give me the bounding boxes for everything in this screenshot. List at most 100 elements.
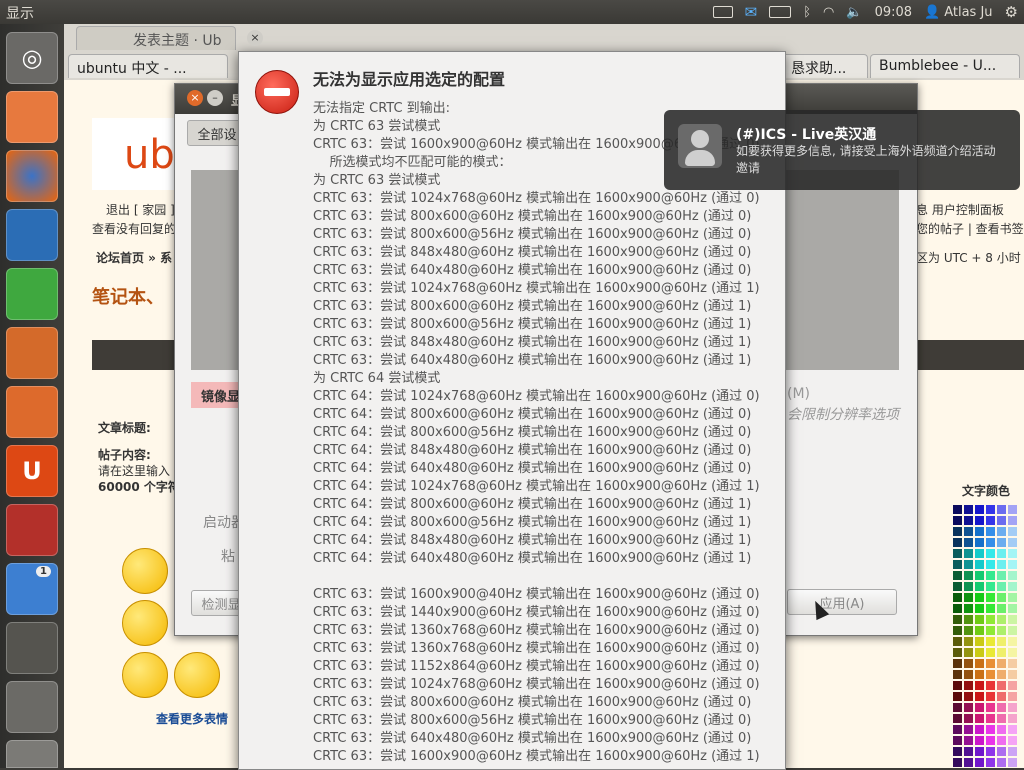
tab-ubuntu-cn[interactable]: ubuntu 中文 - ... (68, 54, 228, 78)
palette-swatch[interactable] (953, 714, 962, 723)
keyboard-icon[interactable] (712, 6, 733, 18)
palette-swatch[interactable] (997, 593, 1006, 602)
palette-swatch[interactable] (986, 615, 995, 624)
emoji-cheer[interactable] (174, 652, 220, 698)
displays-icon[interactable] (6, 622, 58, 674)
palette-swatch[interactable] (975, 604, 984, 613)
more-emoji-link[interactable]: 查看更多表情 (156, 710, 228, 727)
breadcrumb[interactable]: 论坛首页 » 系 (96, 249, 172, 266)
palette-swatch[interactable] (964, 593, 973, 602)
palette-swatch[interactable] (953, 648, 962, 657)
palette-swatch[interactable] (953, 560, 962, 569)
palette-swatch[interactable] (997, 549, 1006, 558)
user-name[interactable]: Atlas Ju (944, 5, 992, 20)
palette-swatch[interactable] (1008, 725, 1017, 734)
palette-swatch[interactable] (986, 560, 995, 569)
wifi-icon[interactable]: ◠ (823, 5, 834, 20)
palette-swatch[interactable] (997, 505, 1006, 514)
palette-swatch[interactable] (975, 626, 984, 635)
palette-swatch[interactable] (964, 637, 973, 646)
palette-swatch[interactable] (975, 648, 984, 657)
minimize-icon[interactable]: – (207, 90, 223, 106)
software-center-icon[interactable] (6, 386, 58, 438)
palette-swatch[interactable] (953, 516, 962, 525)
palette-swatch[interactable] (1008, 758, 1017, 767)
palette-swatch[interactable] (975, 560, 984, 569)
palette-swatch[interactable] (986, 725, 995, 734)
palette-swatch[interactable] (953, 637, 962, 646)
palette-swatch[interactable] (975, 659, 984, 668)
palette-swatch[interactable] (997, 659, 1006, 668)
palette-swatch[interactable] (964, 604, 973, 613)
palette-swatch[interactable] (997, 736, 1006, 745)
palette-swatch[interactable] (997, 571, 1006, 580)
tab-bumblebee[interactable]: Bumblebee - U... (870, 54, 1020, 78)
bookmarks-link[interactable]: 您的帖子 | 查看书签 (916, 220, 1024, 237)
system-settings-icon[interactable] (6, 504, 58, 556)
palette-swatch[interactable] (986, 626, 995, 635)
palette-swatch[interactable] (986, 549, 995, 558)
palette-swatch[interactable] (997, 714, 1006, 723)
palette-swatch[interactable] (986, 692, 995, 701)
palette-swatch[interactable] (964, 516, 973, 525)
palette-swatch[interactable] (964, 648, 973, 657)
palette-swatch[interactable] (986, 648, 995, 657)
palette-swatch[interactable] (975, 527, 984, 536)
palette-swatch[interactable] (986, 747, 995, 756)
palette-swatch[interactable] (1008, 736, 1017, 745)
palette-swatch[interactable] (953, 681, 962, 690)
color-palette[interactable] (952, 504, 1024, 768)
dialog-close-icon[interactable]: × (247, 30, 263, 46)
palette-swatch[interactable] (997, 615, 1006, 624)
palette-swatch[interactable] (986, 604, 995, 613)
palette-swatch[interactable] (986, 538, 995, 547)
palette-swatch[interactable] (953, 659, 962, 668)
battery-icon[interactable] (769, 6, 792, 18)
palette-swatch[interactable] (1008, 670, 1017, 679)
palette-swatch[interactable] (986, 703, 995, 712)
palette-swatch[interactable] (1008, 648, 1017, 657)
palette-swatch[interactable] (997, 538, 1006, 547)
palette-swatch[interactable] (997, 725, 1006, 734)
palette-swatch[interactable] (986, 527, 995, 536)
palette-swatch[interactable] (997, 527, 1006, 536)
palette-swatch[interactable] (953, 747, 962, 756)
trash-icon[interactable] (6, 740, 58, 768)
palette-swatch[interactable] (1008, 637, 1017, 646)
palette-swatch[interactable] (975, 549, 984, 558)
palette-swatch[interactable] (975, 637, 984, 646)
palette-swatch[interactable] (997, 670, 1006, 679)
mirror-displays-label[interactable]: 镜像显 (191, 382, 241, 408)
files-icon[interactable] (6, 91, 58, 143)
palette-swatch[interactable] (997, 582, 1006, 591)
palette-swatch[interactable] (986, 593, 995, 602)
palette-swatch[interactable] (964, 692, 973, 701)
mail-icon[interactable]: ✉ (745, 3, 758, 21)
palette-swatch[interactable] (953, 725, 962, 734)
palette-swatch[interactable] (1008, 516, 1017, 525)
palette-swatch[interactable] (953, 527, 962, 536)
palette-swatch[interactable] (1008, 681, 1017, 690)
palette-swatch[interactable] (997, 703, 1006, 712)
palette-swatch[interactable] (1008, 747, 1017, 756)
impress-icon[interactable] (6, 327, 58, 379)
palette-swatch[interactable] (1008, 571, 1017, 580)
palette-swatch[interactable] (997, 758, 1006, 767)
palette-swatch[interactable] (964, 681, 973, 690)
palette-swatch[interactable] (986, 736, 995, 745)
palette-swatch[interactable] (953, 571, 962, 580)
palette-swatch[interactable] (953, 593, 962, 602)
palette-swatch[interactable] (975, 571, 984, 580)
palette-swatch[interactable] (1008, 692, 1017, 701)
palette-swatch[interactable] (997, 692, 1006, 701)
emoji-smile[interactable] (122, 548, 168, 594)
palette-swatch[interactable] (975, 505, 984, 514)
palette-swatch[interactable] (986, 571, 995, 580)
palette-swatch[interactable] (953, 505, 962, 514)
palette-swatch[interactable] (1008, 604, 1017, 613)
tab-post-topic[interactable]: 发表主题 · Ub (76, 26, 236, 50)
palette-swatch[interactable] (953, 549, 962, 558)
palette-swatch[interactable] (964, 571, 973, 580)
palette-swatch[interactable] (953, 670, 962, 679)
palette-swatch[interactable] (964, 747, 973, 756)
